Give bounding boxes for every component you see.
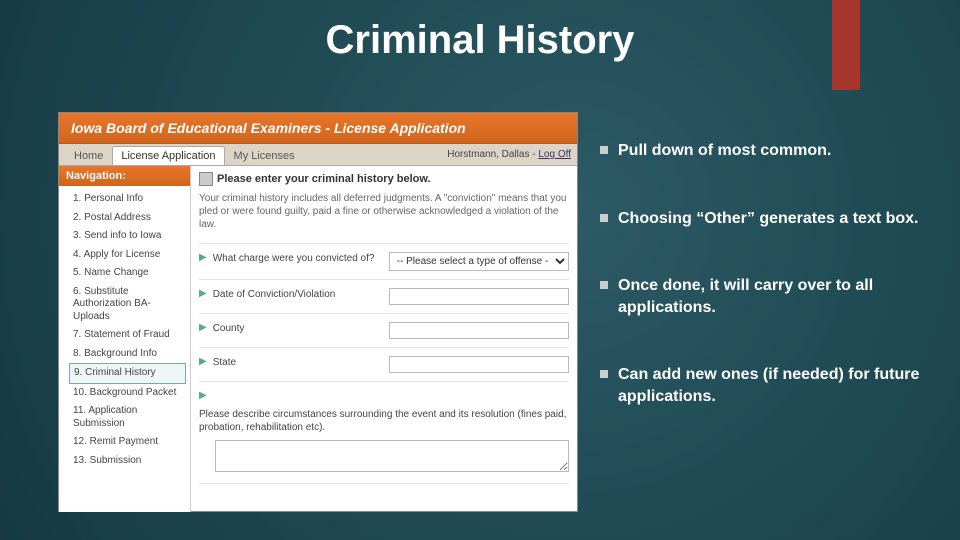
charge-select[interactable]: -- Please select a type of offense -- bbox=[389, 252, 569, 271]
bullet-item: Choosing “Other” generates a text box. bbox=[600, 208, 930, 230]
app-body: Navigation: 1. Personal Info 2. Postal A… bbox=[59, 166, 577, 512]
bullet-square-icon bbox=[600, 370, 608, 378]
nav-item[interactable]: 12. Remit Payment bbox=[69, 433, 190, 452]
caret-icon: ▶ bbox=[199, 252, 207, 264]
bullet-text: Once done, it will carry over to all app… bbox=[618, 275, 930, 318]
instruction-text: Please enter your criminal history below… bbox=[217, 173, 431, 185]
field-date: ▶ Date of Conviction/Violation bbox=[199, 279, 569, 313]
date-input[interactable] bbox=[389, 288, 569, 305]
tab-my-licenses[interactable]: My Licenses bbox=[225, 146, 304, 165]
nav-item[interactable]: 5. Name Change bbox=[69, 264, 190, 283]
nav-item[interactable]: 10. Background Packet bbox=[69, 384, 190, 403]
nav-item[interactable]: 13. Submission bbox=[69, 452, 190, 471]
field-label: What charge were you convicted of? bbox=[213, 252, 383, 265]
bullet-item: Pull down of most common. bbox=[600, 140, 930, 162]
user-info: Horstmann, Dallas - Log Off bbox=[447, 149, 571, 160]
help-text: Your criminal history includes all defer… bbox=[199, 192, 569, 231]
bullet-square-icon bbox=[600, 281, 608, 289]
bullet-item: Can add new ones (if needed) for future … bbox=[600, 364, 930, 407]
nav-item[interactable]: 2. Postal Address bbox=[69, 209, 190, 228]
describe-textarea[interactable] bbox=[215, 440, 569, 472]
nav-title: Navigation: bbox=[59, 166, 190, 186]
user-name: Horstmann, Dallas bbox=[447, 149, 529, 160]
caret-icon: ▶ bbox=[199, 322, 207, 334]
page-instruction: Please enter your criminal history below… bbox=[199, 172, 569, 186]
bullet-square-icon bbox=[600, 214, 608, 222]
nav-item[interactable]: 8. Background Info bbox=[69, 345, 190, 364]
nav-item[interactable]: 11. Application Submission bbox=[69, 402, 190, 433]
nav-item[interactable]: 3. Send info to Iowa bbox=[69, 227, 190, 246]
state-input[interactable] bbox=[389, 356, 569, 373]
main-panel: Please enter your criminal history below… bbox=[191, 166, 577, 512]
bullet-square-icon bbox=[600, 146, 608, 154]
nav-sidebar: Navigation: 1. Personal Info 2. Postal A… bbox=[59, 166, 191, 512]
field-state: ▶ State bbox=[199, 347, 569, 381]
bullet-list: Pull down of most common. Choosing “Othe… bbox=[600, 140, 930, 454]
county-input[interactable] bbox=[389, 322, 569, 339]
field-charge: ▶ What charge were you convicted of? -- … bbox=[199, 243, 569, 279]
bullet-text: Pull down of most common. bbox=[618, 140, 831, 162]
tab-bar: Home License Application My Licenses Hor… bbox=[59, 144, 577, 166]
slide: Criminal History Iowa Board of Education… bbox=[0, 0, 960, 540]
tab-home[interactable]: Home bbox=[65, 146, 112, 165]
bullet-text: Can add new ones (if needed) for future … bbox=[618, 364, 930, 407]
field-label: Date of Conviction/Violation bbox=[213, 288, 383, 301]
field-label: County bbox=[213, 322, 383, 335]
slide-title: Criminal History bbox=[0, 18, 960, 63]
nav-item[interactable]: 6. Substitute Authorization BA-Uploads bbox=[69, 283, 190, 327]
nav-item[interactable]: 4. Apply for License bbox=[69, 246, 190, 265]
app-screenshot: Iowa Board of Educational Examiners - Li… bbox=[58, 112, 578, 512]
field-county: ▶ County bbox=[199, 313, 569, 347]
nav-item[interactable]: 1. Personal Info bbox=[69, 190, 190, 209]
tab-license-application[interactable]: License Application bbox=[112, 146, 224, 165]
bullet-item: Once done, it will carry over to all app… bbox=[600, 275, 930, 318]
nav-item[interactable]: 7. Statement of Fraud bbox=[69, 326, 190, 345]
caret-icon: ▶ bbox=[199, 356, 207, 368]
caret-icon: ▶ bbox=[199, 288, 207, 300]
logoff-link[interactable]: Log Off bbox=[538, 149, 571, 160]
field-label: State bbox=[213, 356, 383, 369]
nav-item-current[interactable]: 9. Criminal History bbox=[69, 363, 186, 384]
field-describe: ▶ Please describe circumstances surround… bbox=[199, 381, 569, 484]
app-header: Iowa Board of Educational Examiners - Li… bbox=[59, 113, 577, 144]
info-icon bbox=[199, 172, 213, 186]
caret-icon: ▶ bbox=[199, 390, 207, 402]
bullet-text: Choosing “Other” generates a text box. bbox=[618, 208, 919, 230]
nav-list: 1. Personal Info 2. Postal Address 3. Se… bbox=[59, 186, 190, 470]
field-label: Please describe circumstances surroundin… bbox=[199, 408, 569, 434]
